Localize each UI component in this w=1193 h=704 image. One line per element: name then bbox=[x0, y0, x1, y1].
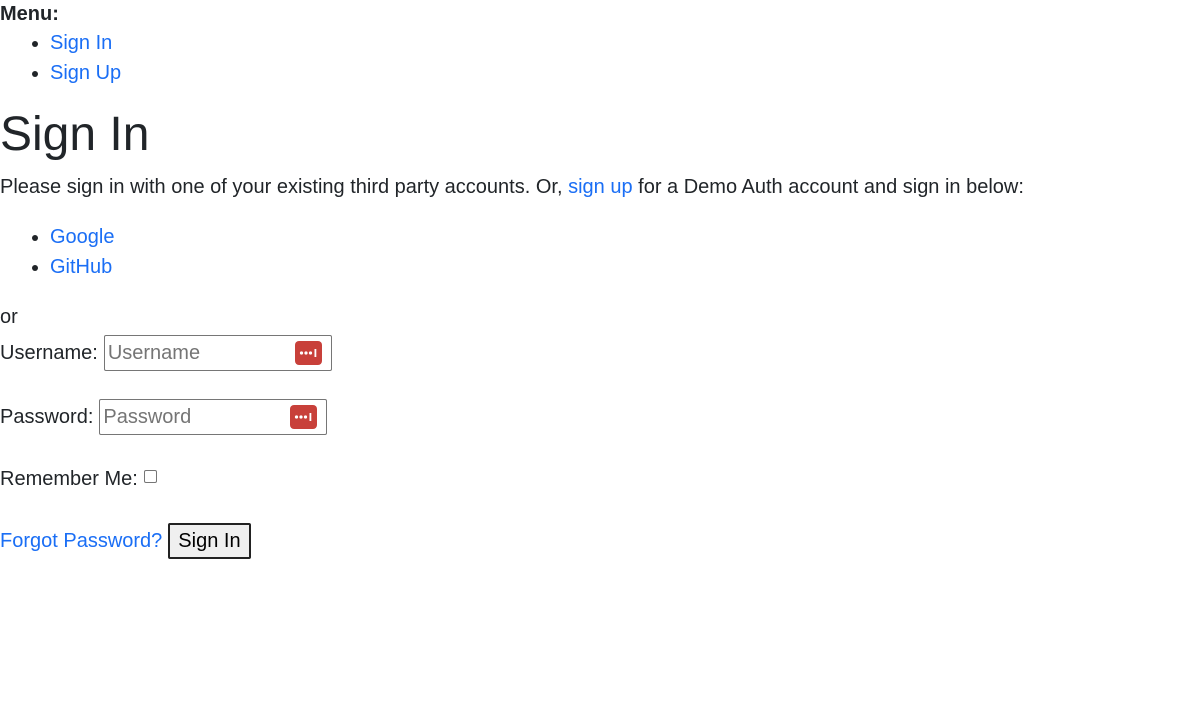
menu-item-sign-up: Sign Up bbox=[50, 58, 1193, 88]
provider-item-github: GitHub bbox=[50, 252, 1193, 282]
username-label: Username: bbox=[0, 342, 98, 364]
password-field-wrapper bbox=[99, 399, 328, 435]
password-input[interactable] bbox=[100, 400, 284, 434]
or-separator: or bbox=[0, 306, 18, 328]
username-input[interactable] bbox=[104, 336, 288, 370]
sign-in-button[interactable]: Sign In bbox=[168, 523, 251, 559]
forgot-password-link[interactable]: Forgot Password? bbox=[0, 526, 162, 556]
intro-text: Please sign in with one of your existing… bbox=[0, 172, 1193, 202]
provider-item-google: Google bbox=[50, 222, 1193, 252]
password-manager-icon[interactable] bbox=[290, 405, 318, 429]
remember-me-label: Remember Me: bbox=[0, 468, 138, 490]
remember-me-row: Remember Me: bbox=[0, 464, 1193, 494]
password-row: Password: bbox=[0, 399, 1193, 435]
menu-item-sign-in: Sign In bbox=[50, 28, 1193, 58]
provider-list: Google GitHub bbox=[0, 222, 1193, 282]
menu-list: Sign In Sign Up bbox=[0, 28, 1193, 88]
username-row: Username: bbox=[0, 335, 1193, 371]
username-field-wrapper bbox=[103, 335, 332, 371]
menu-link-sign-in[interactable]: Sign In bbox=[50, 32, 112, 54]
intro-text-before: Please sign in with one of your existing… bbox=[0, 176, 569, 198]
intro-text-after: for a Demo Auth account and sign in belo… bbox=[632, 176, 1024, 198]
menu-link-sign-up[interactable]: Sign Up bbox=[50, 62, 121, 84]
remember-me-checkbox[interactable] bbox=[143, 469, 157, 483]
github-sign-in-link[interactable]: GitHub bbox=[50, 256, 112, 278]
google-sign-in-link[interactable]: Google bbox=[50, 226, 115, 248]
password-label: Password: bbox=[0, 406, 94, 428]
form-actions: Forgot Password? Sign In bbox=[0, 523, 1193, 559]
page: Menu: Sign In Sign Up Sign In Please sig… bbox=[0, 0, 1193, 559]
main-menu: Menu: Sign In Sign Up bbox=[0, 0, 1193, 88]
menu-heading: Menu: bbox=[0, 3, 59, 25]
password-manager-icon[interactable] bbox=[294, 341, 322, 365]
sign-up-link[interactable]: sign up bbox=[568, 176, 633, 198]
page-title: Sign In bbox=[0, 108, 150, 161]
sign-in-form: Username: Password: bbox=[0, 335, 1193, 559]
